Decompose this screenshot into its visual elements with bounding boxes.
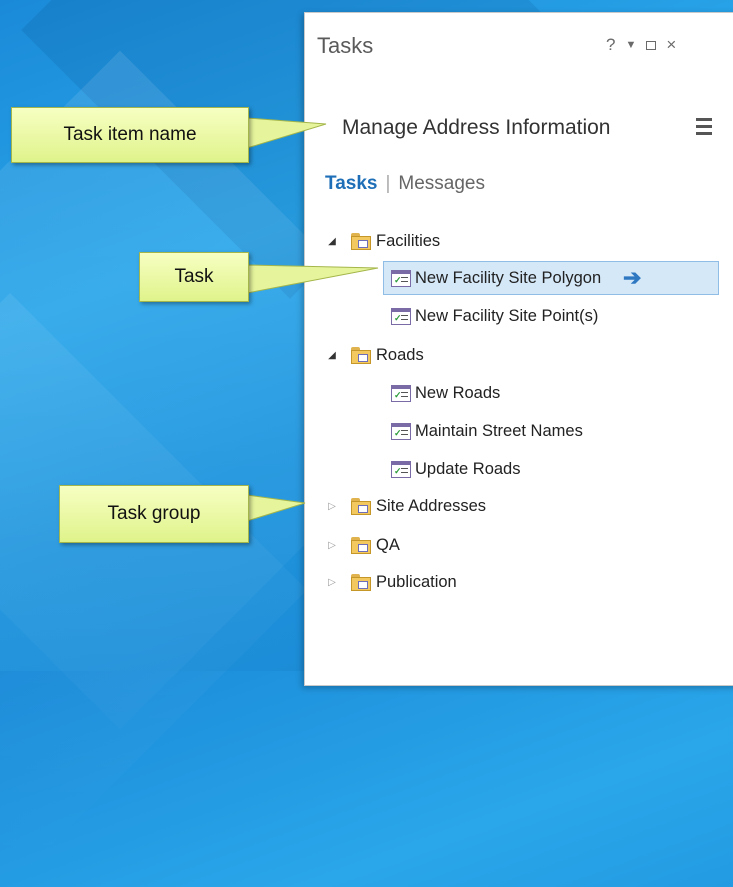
callout-pointer-task	[246, 264, 379, 294]
callout-task: Task	[139, 252, 249, 302]
callout-task-group: Task group	[59, 485, 249, 543]
callout-pointers	[246, 117, 379, 522]
callout-pointer-task-item-name	[246, 117, 327, 149]
callout-pointer-task-group	[246, 494, 306, 522]
callout-task-item-name: Task item name	[11, 107, 249, 163]
